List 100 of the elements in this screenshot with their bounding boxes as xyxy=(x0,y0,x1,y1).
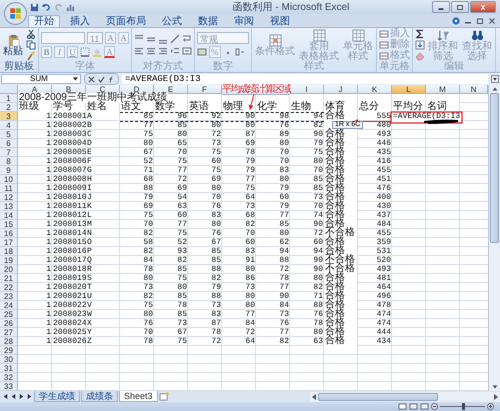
row-header[interactable]: 10 xyxy=(0,175,18,184)
table-cell: 78 xyxy=(143,338,153,346)
checkmark-icon[interactable] xyxy=(98,76,105,82)
zoom-out-icon[interactable] xyxy=(431,403,438,410)
column-header[interactable]: N xyxy=(460,85,488,94)
row-header[interactable]: 9 xyxy=(0,166,18,175)
row-header[interactable]: 28 xyxy=(0,337,18,346)
row-header[interactable]: 4 xyxy=(0,121,18,130)
row-header[interactable]: 8 xyxy=(0,157,18,166)
column-header[interactable]: J xyxy=(324,85,358,94)
table-cell: 80 xyxy=(279,176,289,184)
table-cell: 85 xyxy=(143,113,153,121)
chart-icon[interactable] xyxy=(66,2,75,12)
ribbon-tab[interactable]: 插入 xyxy=(64,15,96,27)
row-header[interactable]: 11 xyxy=(0,184,18,193)
row-header[interactable]: 19 xyxy=(0,256,18,265)
sheet-tab[interactable]: 学生成绩 xyxy=(34,391,80,402)
row-header[interactable]: 2 xyxy=(0,103,18,112)
insert-sheet-icon[interactable] xyxy=(158,392,170,401)
function-icon[interactable] xyxy=(108,76,115,82)
restore-icon[interactable] xyxy=(476,17,484,25)
table-cell: 79 xyxy=(245,167,255,175)
table-cell: 2008025 xyxy=(53,329,87,337)
table-cell: 77 xyxy=(245,176,255,184)
row-header[interactable]: 32 xyxy=(0,373,18,382)
ribbon-tab[interactable]: 公式 xyxy=(156,15,188,27)
brush-icon[interactable] xyxy=(26,51,36,61)
row-header[interactable]: 14 xyxy=(0,211,18,220)
row-header[interactable]: 33 xyxy=(0,382,18,391)
copy-icon[interactable] xyxy=(26,40,36,50)
table-cell: 70 xyxy=(279,149,289,157)
table-cell: 80 xyxy=(143,140,153,148)
column-header[interactable]: L xyxy=(392,85,426,94)
row-header[interactable]: 24 xyxy=(0,301,18,310)
row-header[interactable]: 12 xyxy=(0,193,18,202)
close-button[interactable] xyxy=(470,1,496,13)
row-header[interactable]: 29 xyxy=(0,346,18,355)
table-cell: 79 xyxy=(279,185,289,193)
table-cell: 85 xyxy=(177,122,187,130)
row-header[interactable]: 20 xyxy=(0,265,18,274)
table-cell: 79 xyxy=(143,194,153,202)
table-cell: 2008015 xyxy=(53,239,87,247)
cancel-icon[interactable] xyxy=(88,76,95,82)
row-header[interactable]: 16 xyxy=(0,229,18,238)
row-header[interactable]: 21 xyxy=(0,274,18,283)
scroll-thumb[interactable] xyxy=(318,392,438,400)
table-cell: 80 xyxy=(245,293,255,301)
save-icon[interactable] xyxy=(30,2,39,12)
row-header[interactable]: 23 xyxy=(0,292,18,301)
column-header[interactable]: I xyxy=(290,85,324,94)
row-header[interactable]: 13 xyxy=(0,202,18,211)
ribbon-tab[interactable]: 页面布局 xyxy=(100,15,152,27)
table-cell: 1 xyxy=(46,113,51,121)
table-cell: 434 xyxy=(376,338,391,346)
ribbon-tab[interactable]: 审阅 xyxy=(228,15,260,27)
row-header[interactable]: 1 xyxy=(0,94,18,103)
table-cell: 83 xyxy=(211,212,221,220)
row-header[interactable]: 3 xyxy=(0,112,18,121)
row-header[interactable]: 26 xyxy=(0,319,18,328)
table-cell: 1 xyxy=(46,293,51,301)
sheet-tab[interactable]: 成绩条 xyxy=(81,391,118,402)
group-label: 字体 xyxy=(74,62,96,72)
row-header[interactable]: 22 xyxy=(0,283,18,292)
row-header[interactable]: 7 xyxy=(0,148,18,157)
row-header[interactable]: 15 xyxy=(0,220,18,229)
row-header[interactable]: 6 xyxy=(0,139,18,148)
table-cell: I xyxy=(87,185,92,193)
sheet-tab[interactable]: Sheet3 xyxy=(119,391,158,402)
formula-field[interactable]: =AVERAGE(D3:I3 xyxy=(122,74,488,84)
undo-icon[interactable] xyxy=(42,2,51,12)
row-header[interactable]: 31 xyxy=(0,364,18,373)
scroll-thumb[interactable] xyxy=(490,93,499,243)
scissors-icon[interactable] xyxy=(26,29,36,39)
ribbon-tab[interactable]: 视图 xyxy=(264,15,296,27)
column-header[interactable]: F xyxy=(188,85,222,94)
vertical-scrollbar[interactable] xyxy=(488,85,500,391)
row-header[interactable]: 27 xyxy=(0,328,18,337)
name-box[interactable]: SUM xyxy=(1,74,81,84)
horizontal-scrollbar[interactable] xyxy=(310,392,500,402)
row-header[interactable]: 25 xyxy=(0,310,18,319)
row-header[interactable]: 5 xyxy=(0,130,18,139)
close-icon[interactable] xyxy=(488,17,496,25)
row-header[interactable]: 18 xyxy=(0,247,18,256)
zoom-slider-thumb[interactable] xyxy=(462,403,464,410)
column-header[interactable]: M xyxy=(426,85,460,94)
ribbon-tab[interactable]: 开始 xyxy=(28,15,60,27)
paste-button[interactable]: 粘贴 xyxy=(2,34,24,56)
table-cell: 1 xyxy=(46,338,51,346)
column-header[interactable]: K xyxy=(358,85,392,94)
ribbon-tab[interactable]: 数据 xyxy=(192,15,224,27)
row-header[interactable]: 30 xyxy=(0,355,18,364)
column-header[interactable]: A xyxy=(18,85,52,94)
zoom-in-icon[interactable] xyxy=(487,403,494,410)
expand-icon[interactable] xyxy=(491,75,499,83)
row-header[interactable]: 17 xyxy=(0,238,18,247)
table-cell: 520 xyxy=(376,257,391,265)
help-icon[interactable] xyxy=(452,17,460,25)
table-cell: 85 xyxy=(313,185,323,193)
minimize-button[interactable] xyxy=(432,1,450,13)
maximize-button[interactable] xyxy=(451,1,469,13)
